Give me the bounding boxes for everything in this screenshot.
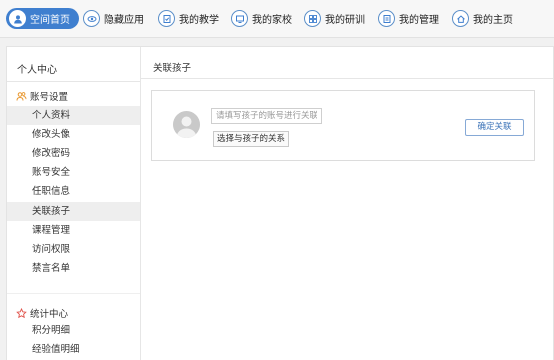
monitor-icon xyxy=(231,10,248,27)
nav-label: 我的管理 xyxy=(399,15,439,26)
nav-space-home[interactable]: 空间首页 xyxy=(6,8,79,29)
nav-my-research[interactable]: 我的研训 xyxy=(304,8,365,29)
star-icon xyxy=(16,307,27,318)
sidebar-item-link-child[interactable]: 关联孩子 xyxy=(7,202,140,221)
page-title: 关联孩子 xyxy=(153,63,192,74)
home-icon xyxy=(452,10,469,27)
sidebar-divider xyxy=(7,81,141,82)
sidebar-item-change-avatar[interactable]: 修改头像 xyxy=(7,125,140,144)
stats-center-header: 统计中心 xyxy=(16,306,68,320)
nav-label: 我的教学 xyxy=(179,15,219,26)
account-settings-header: 账号设置 xyxy=(16,89,68,103)
nav-my-homepage[interactable]: 我的主页 xyxy=(452,8,513,29)
main-panel: 个人中心 账号设置 个人资料 修改头像 修改密码 账号安全 任职信息 关联孩子 … xyxy=(6,46,554,360)
nav-label: 空间首页 xyxy=(30,15,70,26)
grid-icon xyxy=(304,10,321,27)
avatar xyxy=(173,111,200,138)
nav-label: 我的主页 xyxy=(473,15,513,26)
link-child-card: 选择与孩子的关系 确定关联 xyxy=(151,90,535,161)
nav-my-teaching[interactable]: 我的教学 xyxy=(158,8,219,29)
nav-hidden-apps[interactable]: 隐藏应用 xyxy=(83,8,144,29)
sidebar-item-mute-list[interactable]: 禁言名单 xyxy=(7,259,140,278)
sidebar-item-account-security[interactable]: 账号安全 xyxy=(7,163,140,182)
relation-select[interactable]: 选择与孩子的关系 xyxy=(213,131,290,147)
sidebar-title: 个人中心 xyxy=(17,65,57,76)
user-icon xyxy=(9,10,26,27)
avatar-placeholder-icon xyxy=(176,116,197,138)
sidebar-group-divider xyxy=(7,293,140,294)
sidebar: 个人中心 账号设置 个人资料 修改头像 修改密码 账号安全 任职信息 关联孩子 … xyxy=(7,47,141,360)
nav-label: 隐藏应用 xyxy=(104,15,144,26)
users-icon xyxy=(16,91,27,101)
sidebar-item-experience-detail[interactable]: 经验值明细 xyxy=(7,340,140,359)
sidebar-item-access-permissions[interactable]: 访问权限 xyxy=(7,240,140,259)
nav-my-management[interactable]: 我的管理 xyxy=(378,8,439,29)
confirm-link-button[interactable]: 确定关联 xyxy=(465,119,524,136)
stats-center-label: 统计中心 xyxy=(30,309,69,320)
nav-label: 我的家校 xyxy=(252,15,292,26)
content-divider xyxy=(141,78,553,79)
document-icon xyxy=(378,10,395,27)
sidebar-item-points-detail[interactable]: 积分明细 xyxy=(7,321,140,340)
nav-label: 我的研训 xyxy=(325,15,365,26)
teaching-icon xyxy=(158,10,175,27)
content-area: 关联孩子 选择与孩子的关系 确定关联 xyxy=(141,47,553,360)
account-settings-label: 账号设置 xyxy=(30,92,69,103)
top-navigation: 空间首页 隐藏应用 我的教学 我的家校 我的研训 我的管理 我的主页 xyxy=(0,0,554,38)
sidebar-item-course-management[interactable]: 课程管理 xyxy=(7,221,140,240)
eye-icon xyxy=(83,10,100,27)
sidebar-item-profile[interactable]: 个人资料 xyxy=(7,106,140,125)
sidebar-item-change-password[interactable]: 修改密码 xyxy=(7,144,140,163)
nav-my-home-school[interactable]: 我的家校 xyxy=(231,8,292,29)
sidebar-item-position-info[interactable]: 任职信息 xyxy=(7,182,140,201)
child-account-input[interactable] xyxy=(211,108,322,124)
